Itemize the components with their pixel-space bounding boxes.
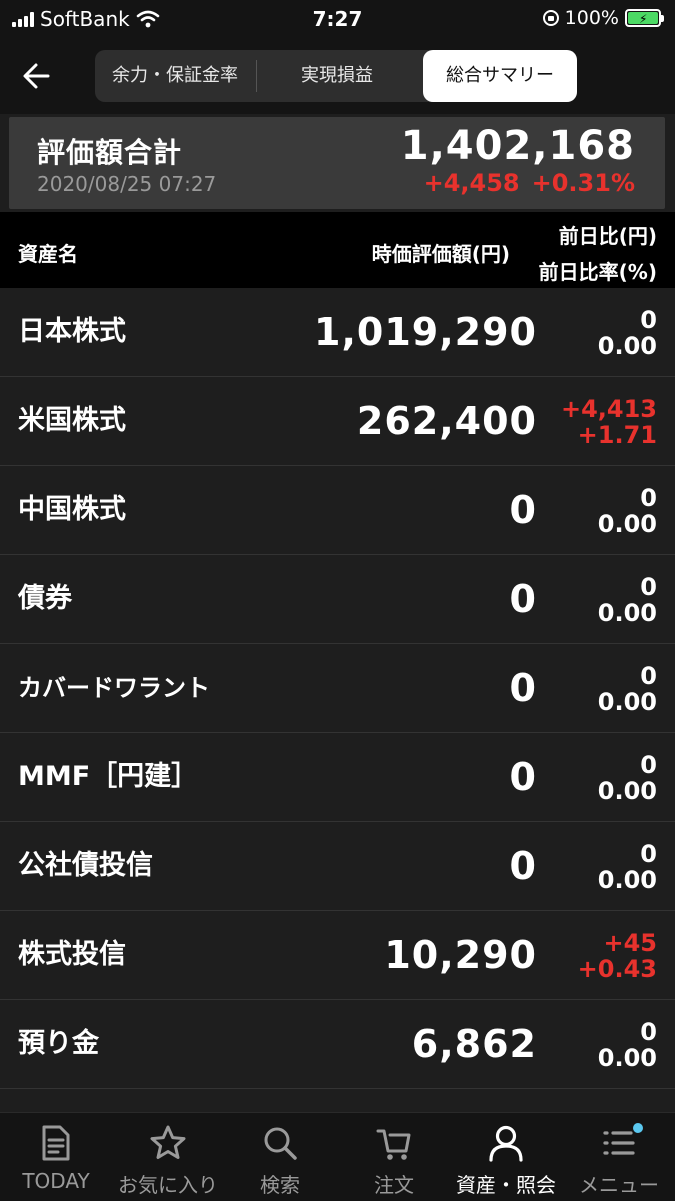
asset-row-deposits[interactable]: 預り金 6,862 0 0.00 — [0, 1000, 675, 1089]
asset-diff-rate: 0.00 — [597, 688, 657, 716]
summary-change-amount: +4,458 — [423, 169, 520, 197]
asset-diff: 0 0.00 — [598, 307, 657, 359]
tab-bar: TODAY お気に入り 検索 注文 資産・照会 メニュー — [0, 1112, 675, 1201]
asset-diff-rate: +0.43 — [577, 955, 657, 983]
asset-diff: 0 0.00 — [598, 663, 657, 715]
column-header: 資産名 時価評価額(円) 前日比(円) 前日比率(%) — [0, 212, 675, 288]
battery-icon: ⚡ — [625, 9, 664, 27]
tab-today[interactable]: TODAY — [0, 1113, 112, 1201]
orientation-lock-icon — [542, 10, 559, 26]
asset-row-china-stocks[interactable]: 中国株式 0 0 0.00 — [0, 466, 675, 555]
tab-summary[interactable]: 総合サマリー — [423, 50, 577, 102]
asset-name: MMF［円建］ — [18, 761, 199, 792]
asset-diff: 0 0.00 — [598, 752, 657, 804]
column-diff-rate: 前日比率(%) — [538, 260, 657, 284]
asset-diff: 0 0.00 — [598, 841, 657, 893]
summary-card: 評価額合計 2020/08/25 07:27 1,402,168 +4,458 +… — [9, 117, 665, 209]
tab-search-label: 検索 — [260, 1173, 300, 1197]
asset-diff: +4,413 +1.71 — [561, 396, 657, 448]
column-asset-name: 資産名 — [18, 242, 78, 266]
tab-favorites-label: お気に入り — [118, 1173, 218, 1197]
asset-diff-rate: 0.00 — [597, 1044, 657, 1072]
asset-name: 債券 — [18, 583, 72, 614]
asset-name: 預り金 — [18, 1028, 99, 1059]
star-icon — [150, 1125, 186, 1159]
asset-name: 中国株式 — [18, 494, 126, 525]
asset-diff-amount: 0 — [640, 1018, 657, 1046]
asset-name: 株式投信 — [18, 939, 126, 970]
asset-value: 6,862 — [411, 1022, 537, 1066]
asset-diff-amount: 0 — [640, 662, 657, 690]
asset-name: 公社債投信 — [18, 850, 153, 881]
asset-diff-amount: 0 — [640, 751, 657, 779]
asset-value: 0 — [509, 844, 537, 888]
tab-order-label: 注文 — [374, 1173, 414, 1197]
asset-value: 262,400 — [356, 399, 537, 443]
asset-row-stock-funds[interactable]: 株式投信 10,290 +45 +0.43 — [0, 911, 675, 1000]
asset-diff-rate: 0.00 — [597, 777, 657, 805]
asset-row-bond-funds[interactable]: 公社債投信 0 0 0.00 — [0, 822, 675, 911]
tab-menu-label: メニュー — [579, 1173, 659, 1197]
asset-value: 0 — [509, 755, 537, 799]
asset-value: 0 — [509, 666, 537, 710]
asset-diff-amount: +4,413 — [560, 395, 657, 423]
asset-value: 0 — [509, 488, 537, 532]
document-icon — [42, 1125, 70, 1161]
tab-assets[interactable]: 資産・照会 — [450, 1113, 562, 1201]
asset-diff-amount: 0 — [640, 306, 657, 334]
asset-diff: 0 0.00 — [598, 574, 657, 626]
asset-value: 1,019,290 — [314, 310, 537, 354]
summary-total: 1,402,168 — [400, 123, 635, 169]
asset-diff-rate: +1.71 — [577, 421, 657, 449]
asset-diff-amount: 0 — [640, 573, 657, 601]
tab-search[interactable]: 検索 — [224, 1113, 336, 1201]
tab-order[interactable]: 注文 — [338, 1113, 450, 1201]
asset-row-bonds[interactable]: 債券 0 0 0.00 — [0, 555, 675, 644]
summary-change-percent: +0.31% — [531, 169, 635, 197]
summary-title: 評価額合計 — [37, 136, 183, 169]
tab-assets-label: 資産・照会 — [456, 1173, 556, 1197]
tab-menu[interactable]: メニュー — [563, 1113, 675, 1201]
asset-list: 日本株式 1,019,290 0 0.00 米国株式 262,400 +4,413… — [0, 288, 675, 1120]
battery-percent: 100% — [564, 7, 619, 29]
asset-name: 日本株式 — [18, 316, 126, 347]
asset-diff-rate: 0.00 — [597, 332, 657, 360]
asset-diff: +45 +0.43 — [578, 930, 657, 982]
status-bar: SoftBank 7:27 100% ⚡ — [0, 0, 675, 38]
asset-value: 0 — [509, 577, 537, 621]
asset-diff-rate: 0.00 — [597, 510, 657, 538]
asset-diff: 0 0.00 — [598, 1019, 657, 1071]
column-diff-amount: 前日比(円) — [558, 224, 657, 248]
tab-divider — [256, 60, 257, 92]
summary-change: +4,458 +0.31% — [424, 169, 635, 197]
column-market-value: 時価評価額(円) — [371, 242, 510, 266]
summary-date: 2020/08/25 07:27 — [37, 172, 217, 196]
tab-today-label: TODAY — [22, 1169, 90, 1193]
asset-row-mmf-yen[interactable]: MMF［円建］ 0 0 0.00 — [0, 733, 675, 822]
asset-diff-amount: 0 — [640, 484, 657, 512]
asset-row-us-stocks[interactable]: 米国株式 262,400 +4,413 +1.71 — [0, 377, 675, 466]
asset-value: 10,290 — [384, 933, 537, 977]
tab-favorites[interactable]: お気に入り — [112, 1113, 224, 1201]
asset-diff-rate: 0.00 — [597, 866, 657, 894]
tab-realized-pnl[interactable]: 実現損益 — [261, 50, 413, 102]
person-icon — [489, 1125, 523, 1162]
tab-margin-rate[interactable]: 余力・保証金率 — [95, 50, 255, 102]
asset-diff: 0 0.00 — [598, 485, 657, 537]
asset-diff-rate: 0.00 — [597, 599, 657, 627]
cart-icon — [376, 1129, 411, 1160]
asset-diff-amount: +45 — [603, 929, 657, 957]
segmented-control: 余力・保証金率 実現損益 総合サマリー — [95, 50, 577, 102]
asset-row-covered-warrants[interactable]: カバードワラント 0 0 0.00 — [0, 644, 675, 733]
asset-diff-amount: 0 — [640, 840, 657, 868]
notification-dot — [633, 1123, 643, 1133]
back-arrow-icon[interactable] — [18, 56, 58, 96]
header: 余力・保証金率 実現損益 総合サマリー — [0, 38, 675, 114]
asset-name: 米国株式 — [18, 405, 126, 436]
asset-row-japan-stocks[interactable]: 日本株式 1,019,290 0 0.00 — [0, 288, 675, 377]
search-icon — [264, 1127, 297, 1160]
asset-name: カバードワラント — [18, 674, 210, 702]
